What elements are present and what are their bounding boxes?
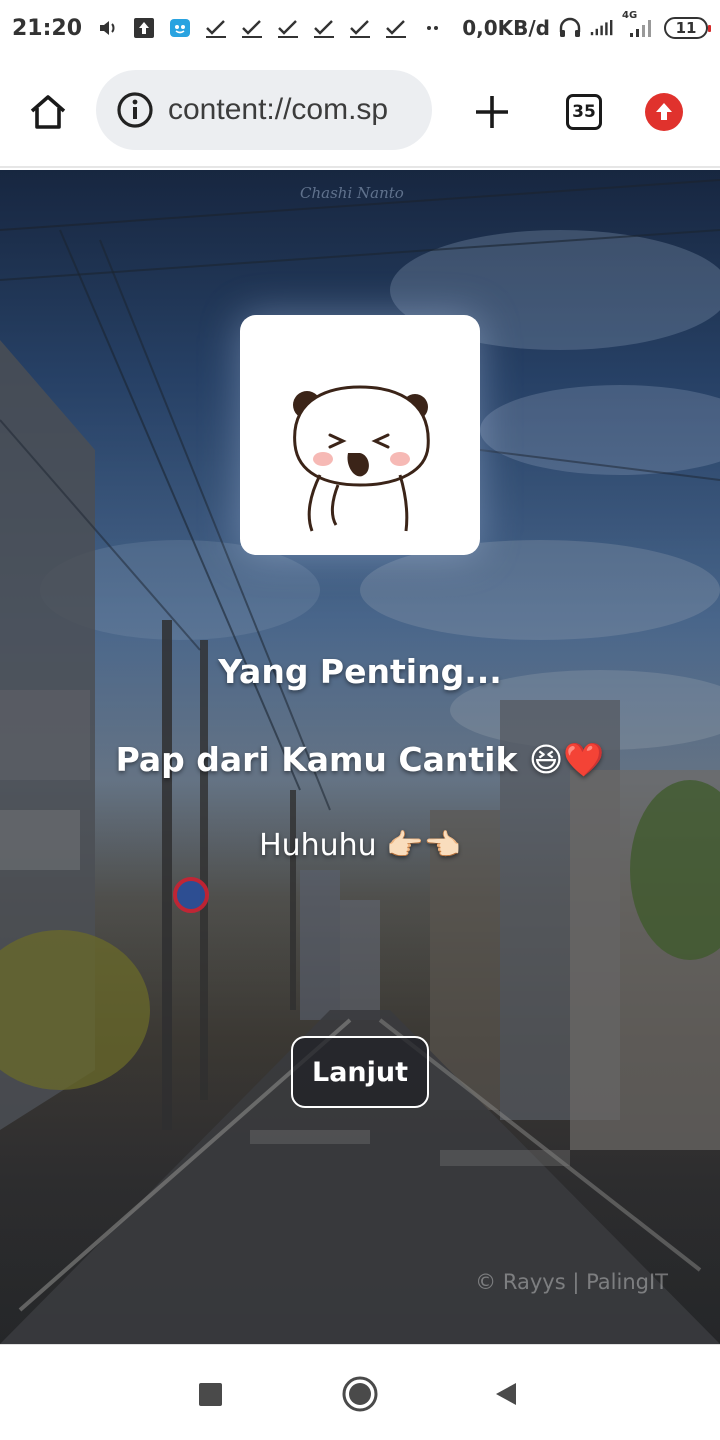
address-bar[interactable]: content://com.sp (96, 70, 432, 150)
message-line-1: Yang Penting... (218, 652, 502, 691)
panda-sticker-image (293, 385, 430, 532)
signal-4g-icon: 4G (622, 10, 656, 40)
lanjut-button[interactable]: Lanjut (291, 1036, 429, 1108)
signal-4g-label: 4G (622, 10, 638, 21)
battery-icon: 11 (664, 17, 711, 39)
tab-count: 35 (572, 102, 596, 122)
upload-icon (132, 16, 156, 40)
message-line-3: Huhuhu 👉🏻👈🏻 (259, 828, 461, 863)
check-icon (348, 16, 372, 40)
plus-icon[interactable] (472, 92, 512, 132)
app-notification-icon (168, 16, 192, 40)
sticker-card (240, 315, 480, 555)
network-speed: 0,0KB/d (462, 16, 550, 40)
recent-apps-icon[interactable] (199, 1383, 222, 1406)
status-bar: 21:20 0,0KB/d 4G 11 (0, 0, 720, 56)
url-text[interactable]: content://com.sp (168, 93, 388, 127)
headphones-icon (558, 16, 582, 40)
check-icon (384, 16, 408, 40)
system-nav-bar (0, 1344, 720, 1440)
check-icon (276, 16, 300, 40)
status-notification-icons (96, 16, 444, 40)
tabs-icon[interactable]: 35 (566, 94, 602, 130)
web-page: Chashi Nanto Yang Penting... Pap dari Ka… (0, 170, 720, 1344)
footer-credit: © Rayys | PalingIT (475, 1270, 668, 1294)
message-line-2: Pap dari Kamu Cantik 😆❤️ (115, 740, 605, 779)
status-right-group: 0,0KB/d 4G 11 (462, 10, 711, 40)
volume-icon (96, 16, 120, 40)
signal-icon (590, 16, 614, 40)
browser-toolbar: content://com.sp 35 (0, 56, 720, 168)
battery-level: 11 (675, 19, 697, 37)
check-icon (312, 16, 336, 40)
home-circle-icon[interactable] (342, 1376, 378, 1412)
status-time: 21:20 (12, 15, 83, 41)
update-icon[interactable] (645, 93, 683, 131)
photo-watermark: Chashi Nanto (300, 184, 404, 202)
home-icon[interactable] (26, 90, 70, 134)
info-icon[interactable] (116, 91, 154, 129)
check-icon (240, 16, 264, 40)
check-icon (204, 16, 228, 40)
back-icon[interactable] (494, 1381, 518, 1407)
more-dots-icon (420, 16, 444, 40)
